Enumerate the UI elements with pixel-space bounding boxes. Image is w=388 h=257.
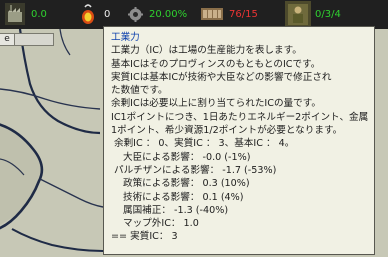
status-item-ic[interactable]: 0.0 bbox=[0, 0, 60, 29]
tooltip-effect: マップ外IC： 1.0 bbox=[123, 218, 199, 230]
tooltip-line: 基本ICはそのプロヴィンスのもともとのICです。 bbox=[111, 58, 321, 70]
tooltip-line: IC1ポイントにつき、1日あたりエネルギー2ポイント、金属 bbox=[111, 111, 369, 123]
tooltip-title: 工業力 bbox=[111, 32, 140, 43]
tooltip-effect: 技術による影響： 0.1 (4%) bbox=[123, 191, 244, 203]
flame-icon bbox=[82, 4, 94, 24]
tooltip-total: == 実質IC： 3 bbox=[111, 231, 178, 243]
tooltip-effect: 大臣による影響： -0.0 (-1%) bbox=[123, 151, 251, 163]
status-item-energy[interactable]: 0 bbox=[68, 0, 116, 29]
status-item-supplies[interactable]: 76/15 bbox=[200, 0, 280, 29]
status-item-units[interactable]: 0/3/4 bbox=[282, 0, 358, 29]
supplies-value: 76/15 bbox=[229, 9, 258, 20]
units-value: 0/3/4 bbox=[315, 9, 341, 20]
tooltip-line: た数値です。 bbox=[111, 85, 168, 97]
tooltip-effect: パルチザンによる影響： -1.7 (-53%) bbox=[114, 164, 277, 176]
map-tab[interactable]: e bbox=[0, 33, 15, 46]
gear-percentage: 20.00% bbox=[149, 9, 188, 20]
tooltip-line: 工業力（IC）は工場の生産能力を表します。 bbox=[111, 45, 302, 57]
status-item-gear[interactable]: 20.00% bbox=[120, 0, 198, 29]
gear-icon bbox=[128, 7, 143, 22]
tooltip-summary: 余剰IC ： 0、実質IC ： 3、基本IC ： 4。 bbox=[114, 138, 295, 150]
tooltip-effect: 政策による影響： 0.3 (10%) bbox=[123, 178, 250, 190]
tooltip-effect: 属国補正： -1.3 (-40%) bbox=[123, 204, 229, 216]
ic-tooltip: 工業力 工業力（IC）は工場の生産能力を表します。 基本ICはそのプロヴィンスの… bbox=[103, 26, 375, 255]
soldier-icon bbox=[285, 1, 311, 28]
map-tab-strip bbox=[14, 33, 54, 46]
ic-value: 0.0 bbox=[31, 9, 47, 20]
factory-icon bbox=[5, 3, 25, 25]
tooltip-line: 1ポイント、希少資源1/2ポイントが必要となります。 bbox=[111, 125, 343, 137]
energy-value: 0 bbox=[104, 9, 111, 20]
tooltip-line: 実質ICは基本ICが技術や大臣などの影響で修正され bbox=[111, 71, 332, 83]
supplies-icon bbox=[201, 8, 223, 20]
tooltip-line: 余剰ICは必要以上に割り当てられたICの量です。 bbox=[111, 98, 321, 110]
